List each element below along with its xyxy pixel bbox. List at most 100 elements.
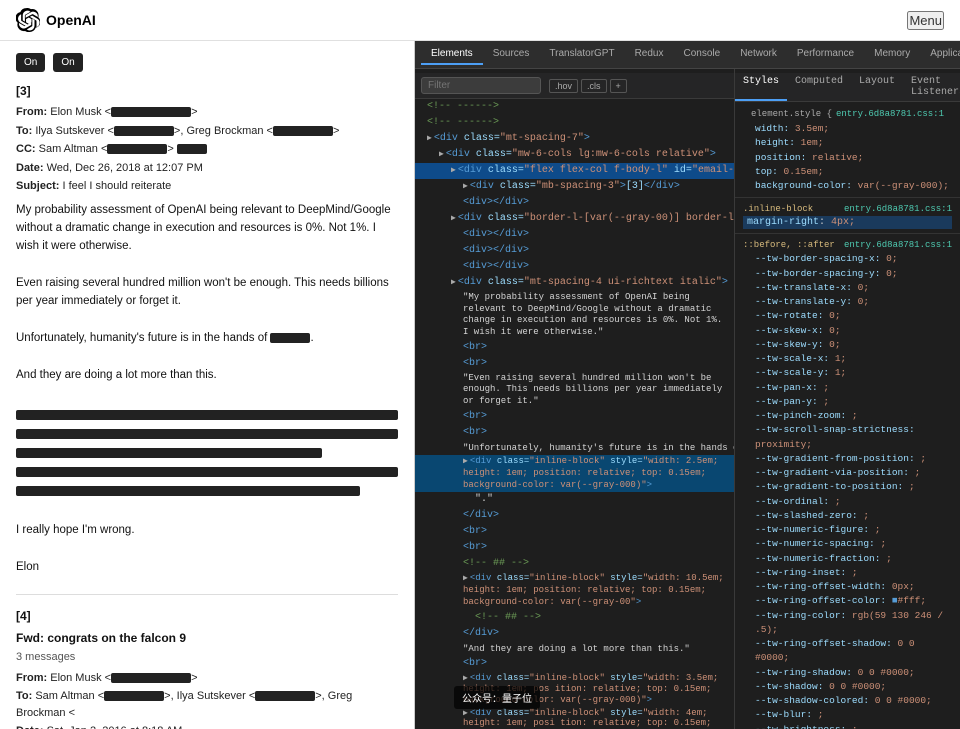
style-width: width: 3.5em;: [743, 122, 952, 136]
filter-buttons: .hov .cls +: [549, 79, 627, 93]
tab-console[interactable]: Console: [673, 44, 730, 65]
thread-number-4: [4]: [16, 607, 398, 625]
email-from-3: From: Elon Musk < >: [16, 104, 398, 121]
devtools-filterbar: .hov .cls +: [415, 73, 734, 99]
email-date-4: Date: Sat, Jan 2, 2016 at 8:18 AM: [16, 723, 398, 729]
style-height: height: 1em;: [743, 136, 952, 150]
on-badge-1: On: [16, 53, 45, 72]
tree-comment-2: <!-- ------>: [415, 115, 734, 131]
redacted-to-4a: [104, 691, 164, 701]
redacted-block-3: [16, 407, 398, 499]
tree-div-2[interactable]: <div></div>: [415, 243, 734, 259]
openai-icon: [16, 8, 40, 32]
email-body-3: My probability assessment of OpenAI bein…: [16, 201, 398, 577]
devtools-panel: Elements Sources TranslatorGPT Redux Con…: [415, 41, 960, 729]
tree-mb-spacing[interactable]: ▶<div class="mb-spacing-3">[3]</div>: [415, 179, 734, 195]
on-badge-2: On: [53, 53, 82, 72]
tree-text-3: "Unfortunately, humanity's future is in …: [415, 441, 734, 456]
redacted-to-3a: [114, 126, 174, 136]
tree-br-3[interactable]: <br>: [415, 409, 734, 425]
main-layout: On On [3] From: Elon Musk < > To: Ilya S…: [0, 41, 960, 729]
tree-text-4: "And they are doing a lot more than this…: [415, 642, 734, 657]
redacted-inline-3: [270, 333, 310, 343]
tab-redux[interactable]: Redux: [625, 44, 674, 65]
styles-tabbar: Styles Computed Layout Event Listeners: [735, 73, 960, 102]
margin-right-highlighted: margin-right: 4px;: [743, 216, 952, 229]
tab-performance[interactable]: Performance: [787, 44, 864, 65]
element-style-header: element.style { entry.6d8a8781.css:1: [743, 106, 952, 122]
devtools-content: .hov .cls + <!-- ------> <!-- ------> ▶<…: [415, 69, 960, 729]
tab-memory[interactable]: Memory: [864, 44, 920, 65]
openai-logo: OpenAI: [16, 8, 96, 32]
styles-tab-layout[interactable]: Layout: [851, 73, 903, 101]
email-to-3: To: Ilya Sutskever < >, Greg Brockman < …: [16, 123, 398, 140]
tree-br-1[interactable]: <br>: [415, 340, 734, 356]
email-cc-3: CC: Sam Altman < >: [16, 141, 398, 158]
tree-text-2: "Even raising several hundred million wo…: [415, 372, 734, 409]
devtools-tabbar: Elements Sources TranslatorGPT Redux Con…: [415, 41, 960, 69]
email-from-4: From: Elon Musk < >: [16, 670, 398, 687]
html-tree: .hov .cls + <!-- ------> <!-- ------> ▶<…: [415, 69, 735, 729]
style-top: top: 0.15em;: [743, 165, 952, 179]
menu-button[interactable]: Menu: [907, 11, 944, 30]
tree-text-1: "My probability assessment of OpenAI bei…: [415, 291, 734, 340]
styles-tab-styles[interactable]: Styles: [735, 73, 787, 101]
tree-br-6[interactable]: <br>: [415, 540, 734, 556]
tree-text-dot: ".": [415, 492, 734, 508]
redacted-cc-3: [107, 144, 167, 154]
email-subject-3: Subject: I feel I should reiterate: [16, 178, 398, 195]
tab-application[interactable]: Application: [920, 44, 960, 65]
tree-mt-spacing[interactable]: ▶<div class="mt-spacing-7">: [415, 131, 734, 147]
tree-div-3[interactable]: <div></div>: [415, 259, 734, 275]
element-style-section: element.style { entry.6d8a8781.css:1 wid…: [735, 102, 960, 198]
tree-br-5[interactable]: <br>: [415, 524, 734, 540]
tree-br-7[interactable]: <br>: [415, 656, 734, 672]
styles-tab-computed[interactable]: Computed: [787, 73, 851, 101]
redacted-from-4: [111, 673, 191, 683]
tab-elements[interactable]: Elements: [421, 44, 483, 65]
tree-close-div-2: </div>: [415, 626, 734, 642]
inline-block-section: .inline-block entry.6d8a8781.css:1 margi…: [735, 198, 960, 234]
tree-mw-cols[interactable]: ▶<div class="mw-6-cols lg:mw-6-cols rela…: [415, 147, 734, 163]
redacted-cc-3b: [177, 144, 207, 154]
tree-br-2[interactable]: <br>: [415, 356, 734, 372]
filter-input[interactable]: [421, 77, 541, 94]
tree-richtext[interactable]: ▶<div class="mt-spacing-4 ui-richtext it…: [415, 275, 734, 291]
styles-panel: Styles Computed Layout Event Listeners e…: [735, 69, 960, 729]
tree-comment-3: <!-- ## -->: [415, 556, 734, 572]
add-style-button[interactable]: +: [610, 79, 627, 93]
email-date-3: Date: Wed, Dec 26, 2018 at 12:07 PM: [16, 160, 398, 177]
redacted-from-3: [111, 107, 191, 117]
email-to-4: To: Sam Altman < >, Ilya Sutskever < >, …: [16, 688, 398, 721]
thread-subject-4: Fwd: congrats on the falcon 9: [16, 629, 398, 647]
tree-div-1[interactable]: <div></div>: [415, 227, 734, 243]
cls-button[interactable]: .cls: [581, 79, 607, 93]
email-panel: On On [3] From: Elon Musk < > To: Ilya S…: [0, 41, 415, 729]
redacted-to-3b: [273, 126, 333, 136]
hov-button[interactable]: .hov: [549, 79, 578, 93]
thread-divider: [16, 594, 398, 595]
before-after-section: ::before, ::after entry.6d8a8781.css:1 -…: [735, 234, 960, 729]
tree-inline-4a[interactable]: ▶<div class="inline-block" style="width:…: [415, 707, 734, 729]
thread-count-4: 3 messages: [16, 649, 398, 666]
styles-tab-event[interactable]: Event Listeners: [903, 73, 960, 101]
tree-br-4[interactable]: <br>: [415, 425, 734, 441]
tree-div-empty[interactable]: <div></div>: [415, 195, 734, 211]
tab-translatorgpt[interactable]: TranslatorGPT: [539, 44, 624, 65]
tree-close-div-1: </div>: [415, 508, 734, 524]
inline-block-rule: .inline-block entry.6d8a8781.css:1: [743, 202, 952, 216]
tab-network[interactable]: Network: [730, 44, 787, 65]
logo-text: OpenAI: [46, 12, 96, 28]
wechat-badge: 公众号：量子位: [454, 686, 540, 709]
tree-comment-4: <!-- ## -->: [415, 610, 734, 626]
style-position: position: relative;: [743, 151, 952, 165]
redacted-to-4b: [255, 691, 315, 701]
email-thread-3: [3] From: Elon Musk < > To: Ilya Sutskev…: [16, 82, 398, 576]
tree-inline-10[interactable]: ▶<div class="inline-block" style="width:…: [415, 572, 734, 609]
tree-border-l[interactable]: ▶<div class="border-l-[var(--gray-00)] b…: [415, 211, 734, 227]
tab-sources[interactable]: Sources: [483, 44, 540, 65]
tree-inline-block-selected[interactable]: ▶<div class="inline-block" style="width:…: [415, 455, 734, 492]
style-bg: background-color: var(--gray-000);: [743, 179, 952, 193]
on-on-bar: On On: [16, 53, 398, 72]
tree-flex-col[interactable]: ▶<div class="flex flex-col f-body-l" id=…: [415, 163, 734, 179]
